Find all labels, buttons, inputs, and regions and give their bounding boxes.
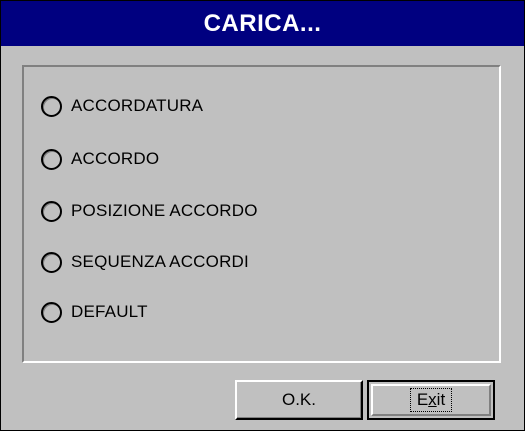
radio-option-accordatura[interactable]: ACCORDATURA xyxy=(41,91,203,121)
radio-label: SEQUENZA ACCORDI xyxy=(71,252,249,271)
radio-option-sequenza-accordi[interactable]: SEQUENZA ACCORDI xyxy=(41,247,249,277)
radio-button-icon[interactable] xyxy=(41,251,62,273)
radio-option-default[interactable]: DEFAULT xyxy=(41,297,148,327)
radio-option-posizione-accordo[interactable]: POSIZIONE ACCORDO xyxy=(41,196,258,226)
options-group: ACCORDATURA ACCORDO POSIZIONE ACCORDO SE… xyxy=(22,65,501,363)
radio-label: DEFAULT xyxy=(71,302,148,321)
radio-button-icon[interactable] xyxy=(41,95,62,117)
exit-label-part: it xyxy=(436,390,446,409)
radio-button-icon[interactable] xyxy=(41,200,62,222)
ok-button[interactable]: O.K. xyxy=(235,380,363,420)
radio-label: ACCORDO xyxy=(71,149,160,168)
exit-mnemonic: x xyxy=(428,390,437,409)
exit-label-part: E xyxy=(416,390,429,409)
radio-label: POSIZIONE ACCORDO xyxy=(71,201,258,220)
exit-button-face: Exit xyxy=(371,384,491,416)
focus-rectangle: Exit xyxy=(409,388,453,412)
radio-label: ACCORDATURA xyxy=(71,96,204,115)
radio-option-accordo[interactable]: ACCORDO xyxy=(41,144,159,174)
radio-button-icon[interactable] xyxy=(41,148,62,170)
load-dialog: CARICA... ACCORDATURA ACCORDO POSIZIONE … xyxy=(0,0,525,431)
exit-button[interactable]: Exit xyxy=(367,380,495,420)
ok-button-label: O.K. xyxy=(281,390,316,409)
dialog-title: CARICA... xyxy=(1,1,524,46)
radio-button-icon[interactable] xyxy=(41,301,62,323)
